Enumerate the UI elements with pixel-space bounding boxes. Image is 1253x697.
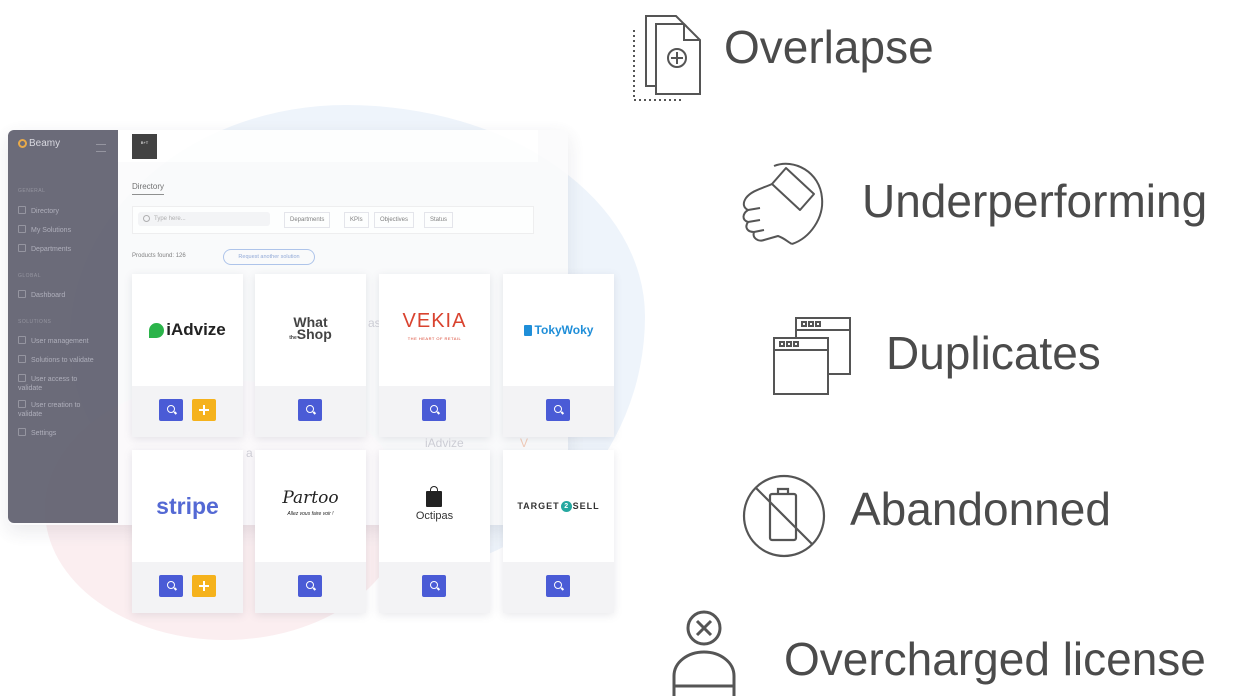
product-card-iadvize[interactable]: iAdvize [132,274,243,437]
product-logo: TARGET 2 SELL [517,500,600,512]
add-button[interactable] [192,399,216,421]
issue-label-underperforming: Underperforming [862,175,1208,227]
issue-label-duplicates: Duplicates [886,327,1101,379]
menu-toggle-icon[interactable] [96,144,106,152]
product-card-partoo[interactable]: Partoo Allez vous faire voir ! [255,450,366,613]
product-card-octipas[interactable]: Octipas [379,450,490,613]
add-button[interactable] [192,575,216,597]
page-title[interactable]: Directory [132,182,164,191]
ghost-text-a: a [246,446,253,460]
view-button[interactable] [159,399,183,421]
view-button[interactable] [546,399,570,421]
ghost-logo-iadvize: iAdvize [425,436,464,450]
sidebar: Beamy GENERAL Directory My Solutions Dep… [8,130,118,523]
thumbs-down-icon [742,162,824,245]
issue-label-overcharged-license: Overcharged license [784,633,1206,685]
view-button[interactable] [298,575,322,597]
product-logo: iAdvize [132,274,243,386]
topbar [118,130,538,162]
product-logo: TokyWoky [503,274,614,386]
company-avatar[interactable]: B+T [132,134,157,159]
tab-underline [132,194,164,195]
product-card-stripe[interactable]: stripe [132,450,243,613]
check-icon [18,400,26,408]
search-input[interactable]: Type here... [138,212,270,226]
sidebar-item-my-solutions[interactable]: My Solutions [18,225,71,234]
brand-logo[interactable]: Beamy [18,138,60,149]
departments-icon [18,244,26,252]
sidebar-section-solutions: SOLUTIONS [18,319,52,325]
sidebar-item-solutions-to-validate[interactable]: Solutions to validate [18,355,94,364]
sidebar-item-settings[interactable]: Settings [18,428,56,437]
check-icon [18,355,26,363]
duplicate-windows-icon [773,317,851,395]
filter-objectives[interactable]: Objectives [374,212,415,228]
ghost-logo-v: V [520,436,529,450]
tokywoky-logo-icon [523,324,532,336]
beamy-logo-icon [18,138,27,148]
view-button[interactable] [159,575,183,597]
product-card-vekia[interactable]: VEKIA THE HEART OF RETAIL [379,274,490,437]
view-button[interactable] [298,399,322,421]
search-icon [143,215,150,222]
check-icon [18,374,26,382]
sidebar-item-dashboard[interactable]: Dashboard [18,290,65,299]
view-button[interactable] [546,575,570,597]
sidebar-section-global: GLOBAL [18,273,42,279]
card-actions [132,562,243,613]
filter-status[interactable]: Status [424,212,454,228]
product-logo: Partoo Allez vous faire voir ! [282,488,339,518]
user-icon [18,336,26,344]
request-solution-button[interactable]: Request another solution [223,249,315,265]
no-phone-icon [742,474,826,558]
products-count: Products found: 126 [132,253,186,259]
product-logo: stripe [156,492,219,519]
sidebar-section-general: GENERAL [18,188,46,194]
issue-label-overlapse: Overlapse [724,21,934,73]
solutions-icon [18,225,26,233]
sidebar-item-user-access[interactable]: User access to validate [18,374,88,393]
product-card-target2sell[interactable]: TARGET 2 SELL [503,450,614,613]
issue-label-abandonned: Abandonned [850,483,1111,535]
dashboard-icon [18,290,26,298]
settings-icon [18,428,26,436]
product-logo: Octipas [379,450,490,562]
directory-icon [18,206,26,214]
product-card-whattheshop[interactable]: What theShop [255,274,366,437]
filter-kpis[interactable]: KPIs [344,212,369,228]
shopping-bag-icon [426,485,443,507]
view-button[interactable] [422,399,446,421]
sidebar-item-directory[interactable]: Directory [18,206,59,215]
view-button[interactable] [422,575,446,597]
product-logo: What theShop [289,314,332,342]
sidebar-item-user-creation[interactable]: User creation to validate [18,400,88,419]
product-logo: VEKIA THE HEART OF RETAIL [402,310,467,341]
sidebar-item-departments[interactable]: Departments [18,244,71,253]
filter-departments[interactable]: Departments [284,212,331,228]
iadvize-bubble-icon [149,322,165,338]
overlapping-documents-icon [633,15,701,101]
card-actions [132,386,243,437]
product-card-tokywoky[interactable]: TokyWoky [503,274,614,437]
sidebar-item-user-management[interactable]: User management [18,336,89,345]
user-remove-icon [672,610,736,696]
